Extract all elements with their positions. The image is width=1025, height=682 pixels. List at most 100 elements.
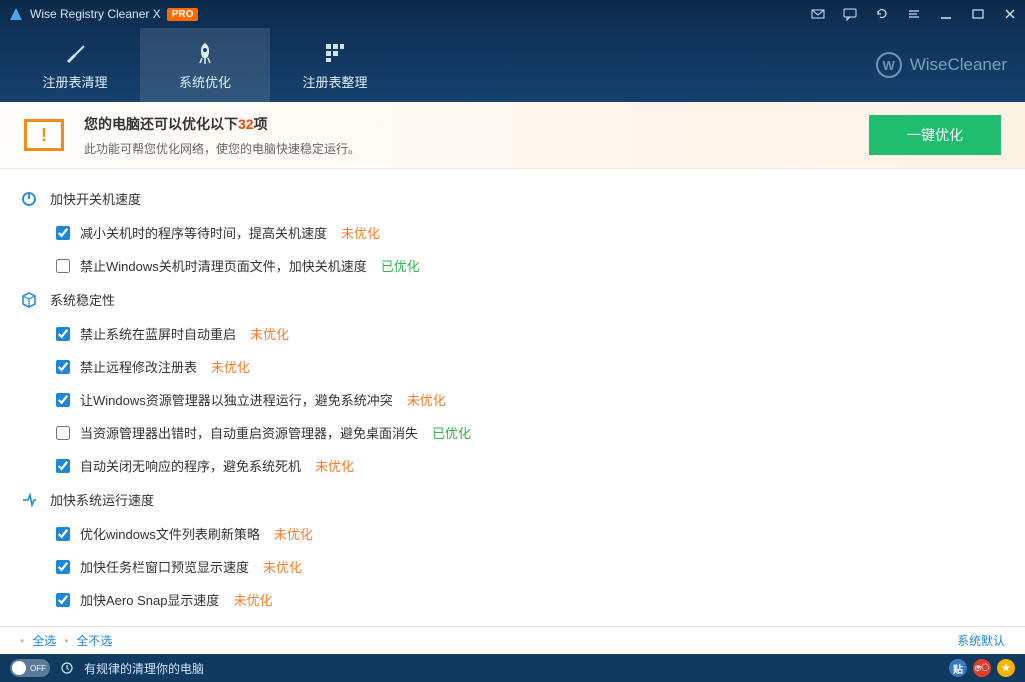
option-status: 已优化 bbox=[432, 423, 471, 442]
footer: • 全选 • 全不选 系统默认 bbox=[0, 626, 1025, 654]
defrag-icon bbox=[322, 40, 348, 66]
speed-icon bbox=[20, 491, 38, 509]
clock-icon bbox=[60, 661, 74, 675]
titlebar: Wise Registry Cleaner X PRO bbox=[0, 0, 1025, 28]
bullet: • bbox=[64, 634, 68, 648]
nav-tab-registry-clean[interactable]: 注册表清理 bbox=[10, 28, 140, 102]
option-checkbox[interactable] bbox=[56, 593, 70, 607]
nav-tab-label: 注册表清理 bbox=[42, 72, 107, 91]
option-row: 禁止系统在蓝屏时自动重启未优化 bbox=[0, 317, 1025, 350]
brush-icon bbox=[62, 40, 88, 66]
option-text: 加快Aero Snap显示速度 bbox=[80, 590, 219, 609]
option-checkbox[interactable] bbox=[56, 393, 70, 407]
option-text: 让Windows资源管理器以独立进程运行，避免系统冲突 bbox=[80, 390, 393, 409]
app-title-group: Wise Registry Cleaner X PRO bbox=[8, 6, 198, 22]
option-row: 让Windows资源管理器以独立进程运行，避免系统冲突未优化 bbox=[0, 383, 1025, 416]
section-header: 系统稳定性 bbox=[0, 282, 1025, 317]
refresh-icon[interactable] bbox=[875, 7, 889, 21]
maximize-icon[interactable] bbox=[971, 7, 985, 21]
select-none-link[interactable]: 全不选 bbox=[76, 632, 112, 649]
feedback-icon[interactable] bbox=[843, 7, 857, 21]
option-status: 已优化 bbox=[381, 256, 420, 275]
option-checkbox[interactable] bbox=[56, 259, 70, 273]
nav-tab-system-optimize[interactable]: 系统优化 bbox=[140, 28, 270, 102]
option-row: 减小关机时的程序等待时间，提高关机速度未优化 bbox=[0, 216, 1025, 249]
option-text: 优化系统显示响应速度 bbox=[80, 623, 210, 626]
option-checkbox[interactable] bbox=[56, 626, 70, 627]
content-area[interactable]: 加快开关机速度减小关机时的程序等待时间，提高关机速度未优化禁止Windows关机… bbox=[0, 168, 1025, 626]
minimize-icon[interactable] bbox=[939, 7, 953, 21]
menu-icon[interactable] bbox=[907, 7, 921, 21]
banner-text: 您的电脑还可以优化以下32项 此功能可帮您优化网络，使您的电脑快速稳定运行。 bbox=[84, 114, 849, 157]
pro-badge: PRO bbox=[167, 8, 199, 21]
section-title: 加快开关机速度 bbox=[50, 189, 141, 208]
rocket-icon bbox=[192, 40, 218, 66]
bullet: • bbox=[20, 634, 24, 648]
option-text: 优化windows文件列表刷新策略 bbox=[80, 524, 260, 543]
section-header: 加快系统运行速度 bbox=[0, 482, 1025, 517]
banner-title-suffix: 项 bbox=[254, 116, 268, 132]
banner: ! 您的电脑还可以优化以下32项 此功能可帮您优化网络，使您的电脑快速稳定运行。… bbox=[0, 102, 1025, 168]
option-status: 未优化 bbox=[224, 623, 263, 626]
option-status: 未优化 bbox=[263, 557, 302, 576]
option-text: 禁止远程修改注册表 bbox=[80, 357, 197, 376]
option-row: 禁止Windows关机时清理页面文件，加快关机速度已优化 bbox=[0, 249, 1025, 282]
schedule-toggle[interactable]: OFF bbox=[10, 659, 50, 677]
option-status: 未优化 bbox=[407, 390, 446, 409]
section-title: 系统稳定性 bbox=[50, 290, 115, 309]
mail-icon[interactable] bbox=[811, 7, 825, 21]
brand: W WiseCleaner bbox=[876, 28, 1025, 102]
toggle-knob bbox=[12, 661, 26, 675]
option-row: 优化windows文件列表刷新策略未优化 bbox=[0, 517, 1025, 550]
option-checkbox[interactable] bbox=[56, 560, 70, 574]
option-text: 禁止Windows关机时清理页面文件，加快关机速度 bbox=[80, 256, 367, 275]
banner-title-prefix: 您的电脑还可以优化以下 bbox=[84, 116, 238, 132]
option-checkbox[interactable] bbox=[56, 226, 70, 240]
optimize-button[interactable]: 一键优化 bbox=[869, 115, 1001, 155]
option-text: 当资源管理器出错时，自动重启资源管理器，避免桌面消失 bbox=[80, 423, 418, 442]
cube-icon bbox=[20, 291, 38, 309]
bottombar: OFF 有规律的清理你的电脑 贴 ෙ ★ bbox=[0, 654, 1025, 682]
navbar: 注册表清理 系统优化 注册表整理 W WiseCleaner bbox=[0, 28, 1025, 102]
social-icons: 贴 ෙ ★ bbox=[949, 659, 1015, 677]
toggle-label: OFF bbox=[30, 664, 46, 673]
option-text: 加快任务栏窗口预览显示速度 bbox=[80, 557, 249, 576]
nav-tab-registry-defrag[interactable]: 注册表整理 bbox=[270, 28, 400, 102]
social-weibo-icon[interactable]: ෙ bbox=[973, 659, 991, 677]
option-checkbox[interactable] bbox=[56, 426, 70, 440]
option-status: 未优化 bbox=[315, 456, 354, 475]
option-checkbox[interactable] bbox=[56, 360, 70, 374]
option-text: 禁止系统在蓝屏时自动重启 bbox=[80, 324, 236, 343]
option-row: 加快Aero Snap显示速度未优化 bbox=[0, 583, 1025, 616]
section-header: 加快开关机速度 bbox=[0, 181, 1025, 216]
option-checkbox[interactable] bbox=[56, 459, 70, 473]
option-status: 未优化 bbox=[274, 524, 313, 543]
option-row: 当资源管理器出错时，自动重启资源管理器，避免桌面消失已优化 bbox=[0, 416, 1025, 449]
select-all-link[interactable]: 全选 bbox=[32, 632, 56, 649]
option-status: 未优化 bbox=[211, 357, 250, 376]
power-icon bbox=[20, 190, 38, 208]
option-checkbox[interactable] bbox=[56, 327, 70, 341]
option-status: 未优化 bbox=[233, 590, 272, 609]
option-checkbox[interactable] bbox=[56, 527, 70, 541]
social-qzone-icon[interactable]: ★ bbox=[997, 659, 1015, 677]
window-controls bbox=[811, 7, 1017, 21]
nav-tab-label: 注册表整理 bbox=[302, 72, 367, 91]
option-text: 自动关闭无响应的程序，避免系统死机 bbox=[80, 456, 301, 475]
option-text: 减小关机时的程序等待时间，提高关机速度 bbox=[80, 223, 327, 242]
option-row: 优化系统显示响应速度 未优化 bbox=[0, 616, 1025, 626]
banner-title: 您的电脑还可以优化以下32项 bbox=[84, 114, 849, 134]
option-row: 加快任务栏窗口预览显示速度未优化 bbox=[0, 550, 1025, 583]
banner-subtitle: 此功能可帮您优化网络，使您的电脑快速稳定运行。 bbox=[84, 140, 849, 157]
app-name: Wise Registry Cleaner X bbox=[30, 7, 161, 21]
close-icon[interactable] bbox=[1003, 7, 1017, 21]
system-default-link[interactable]: 系统默认 bbox=[957, 632, 1005, 649]
option-row: 自动关闭无响应的程序，避免系统死机未优化 bbox=[0, 449, 1025, 482]
banner-title-count: 32 bbox=[238, 116, 254, 132]
schedule-text: 有规律的清理你的电脑 bbox=[84, 660, 204, 677]
option-row: 禁止远程修改注册表未优化 bbox=[0, 350, 1025, 383]
social-tieba-icon[interactable]: 贴 bbox=[949, 659, 967, 677]
brand-logo-icon: W bbox=[876, 52, 902, 78]
section-title: 加快系统运行速度 bbox=[50, 490, 154, 509]
option-status: 未优化 bbox=[250, 324, 289, 343]
